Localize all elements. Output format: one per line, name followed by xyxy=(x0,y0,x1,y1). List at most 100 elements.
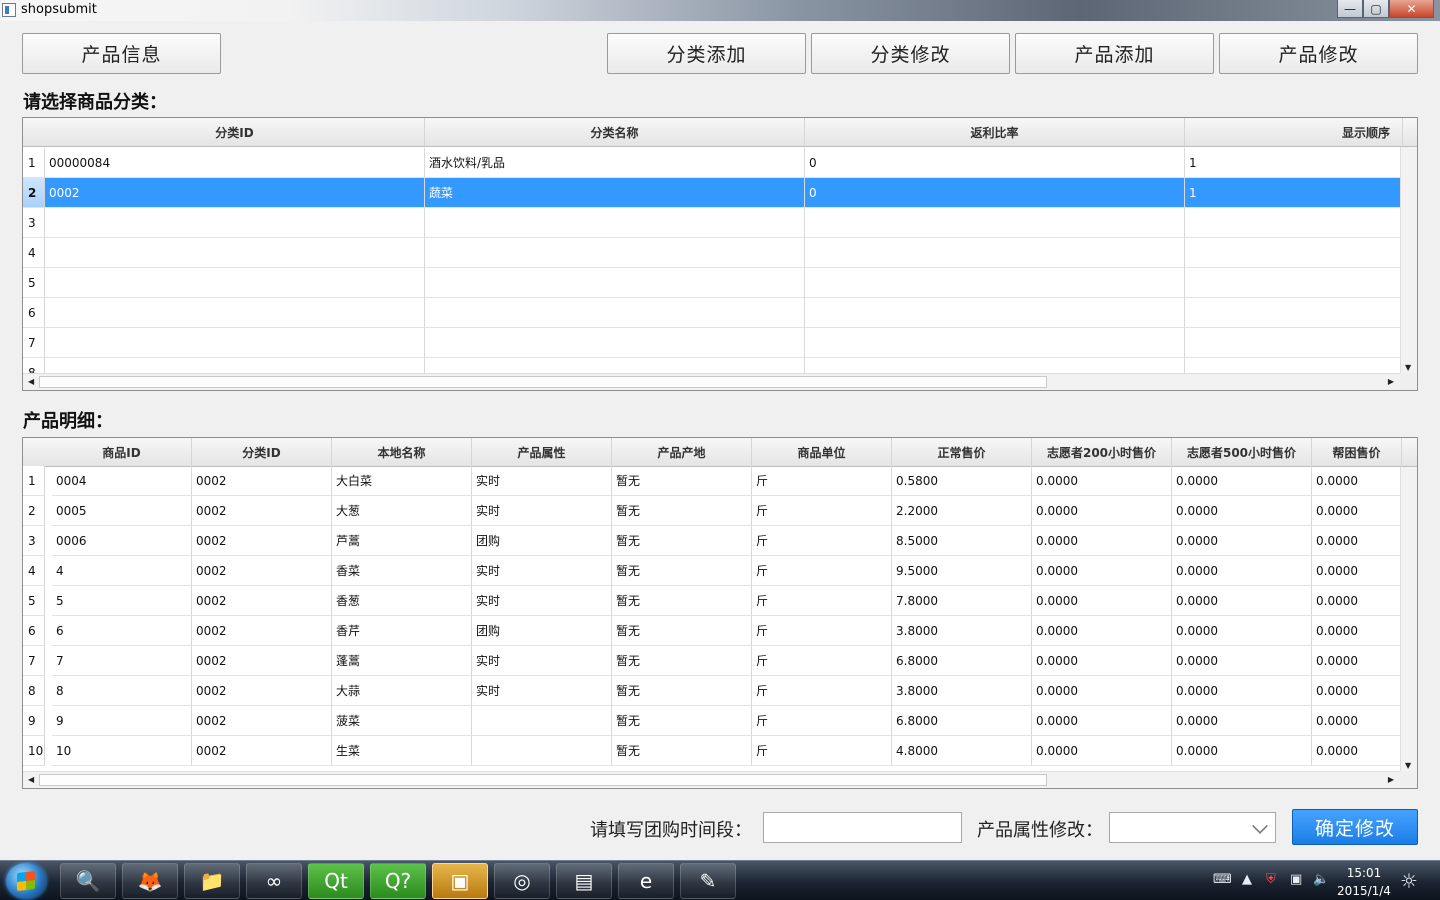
table-cell[interactable]: 斤 xyxy=(752,706,892,736)
table-cell[interactable] xyxy=(805,208,1185,238)
table-cell[interactable] xyxy=(425,208,805,238)
table-cell[interactable]: 0.0000 xyxy=(1032,616,1172,646)
table-cell[interactable]: 大蒜 xyxy=(332,676,472,706)
table-cell[interactable]: 0.0000 xyxy=(1312,676,1402,706)
table-row[interactable]: 5 xyxy=(23,268,1403,298)
row-number[interactable]: 3 xyxy=(23,526,45,556)
table-cell[interactable]: 0.0000 xyxy=(1172,466,1312,496)
table-cell[interactable]: 斤 xyxy=(752,526,892,556)
table-cell[interactable]: 0.0000 xyxy=(1032,736,1172,766)
column-header[interactable]: 商品ID xyxy=(52,438,192,466)
table-cell[interactable]: 酒水饮料/乳品 xyxy=(425,148,805,178)
table-cell[interactable]: 暂无 xyxy=(612,586,752,616)
table-cell[interactable]: 0.0000 xyxy=(1312,616,1402,646)
table-cell[interactable]: 0002 xyxy=(192,616,332,646)
table-cell[interactable]: 0.0000 xyxy=(1172,496,1312,526)
scroll-down-arrow-icon[interactable]: ▼ xyxy=(1405,761,1411,770)
table-cell[interactable]: 2.2000 xyxy=(892,496,1032,526)
app-swirl-icon[interactable]: ◎ xyxy=(494,863,550,899)
show-desktop-icon[interactable]: ☼ xyxy=(1400,869,1418,893)
table-cell[interactable] xyxy=(45,238,425,268)
table-cell[interactable]: 0.0000 xyxy=(1312,736,1402,766)
firefox-icon[interactable]: 🦊 xyxy=(122,863,178,899)
column-header[interactable]: 本地名称 xyxy=(332,438,472,466)
table-cell[interactable]: 0.0000 xyxy=(1312,706,1402,736)
table-cell[interactable]: 实时 xyxy=(472,556,612,586)
notepad-icon[interactable]: ✎ xyxy=(680,863,736,899)
table-cell[interactable]: 香葱 xyxy=(332,586,472,616)
table-cell[interactable]: 斤 xyxy=(752,466,892,496)
table-cell[interactable]: 4.8000 xyxy=(892,736,1032,766)
table-cell[interactable]: 菠菜 xyxy=(332,706,472,736)
category-edit-button[interactable]: 分类修改 xyxy=(811,33,1010,74)
table-cell[interactable] xyxy=(1185,208,1403,238)
table-cell[interactable] xyxy=(425,238,805,268)
table-cell[interactable]: 0002 xyxy=(192,736,332,766)
table-cell[interactable] xyxy=(805,328,1185,358)
table-cell[interactable]: 0002 xyxy=(192,496,332,526)
table-cell[interactable]: 0.0000 xyxy=(1172,676,1312,706)
table-cell[interactable]: 0004 xyxy=(52,466,192,496)
table-cell[interactable] xyxy=(805,238,1185,268)
table-cell[interactable]: 斤 xyxy=(752,676,892,706)
table-cell[interactable]: 1 xyxy=(1185,178,1403,208)
table-cell[interactable]: 暂无 xyxy=(612,706,752,736)
column-header[interactable]: 分类ID xyxy=(45,118,425,146)
column-header[interactable]: 返利比率 xyxy=(805,118,1185,146)
start-button[interactable] xyxy=(6,863,46,899)
product-vertical-scrollbar[interactable]: ▼ xyxy=(1400,467,1417,772)
row-number[interactable]: 4 xyxy=(23,556,45,586)
table-row[interactable]: 3 xyxy=(23,208,1403,238)
table-row[interactable]: 10 10 0002 生菜 暂无斤 4.8000 0.0000 0.0000 0.0000 xyxy=(23,736,1402,766)
table-cell[interactable]: 0 xyxy=(805,148,1185,178)
table-cell[interactable]: 8.5000 xyxy=(892,526,1032,556)
column-header[interactable]: 分类ID xyxy=(192,438,332,466)
table-cell[interactable]: 3.8000 xyxy=(892,676,1032,706)
group-buy-time-input[interactable] xyxy=(763,812,962,843)
scroll-right-arrow-icon[interactable]: ▶ xyxy=(1388,377,1394,386)
row-number[interactable]: 6 xyxy=(23,298,45,328)
table-cell[interactable]: 实时 xyxy=(472,646,612,676)
table-row[interactable]: 6 xyxy=(23,298,1403,328)
scroll-left-arrow-icon[interactable]: ◀ xyxy=(28,775,34,784)
close-button[interactable]: ✕ xyxy=(1389,0,1434,18)
table-cell[interactable]: 0.0000 xyxy=(1312,586,1402,616)
table-cell[interactable]: 0.0000 xyxy=(1312,496,1402,526)
table-cell[interactable] xyxy=(1185,238,1403,268)
table-cell[interactable]: 生菜 xyxy=(332,736,472,766)
table-cell[interactable]: 4 xyxy=(52,556,192,586)
table-cell[interactable] xyxy=(1185,298,1403,328)
table-cell[interactable] xyxy=(425,268,805,298)
table-cell[interactable]: 9.5000 xyxy=(892,556,1032,586)
table-row[interactable]: 2 0002 蔬菜 0 1 xyxy=(23,178,1403,208)
ie-icon[interactable]: e xyxy=(618,863,674,899)
product-info-button[interactable]: 产品信息 xyxy=(22,33,221,74)
table-cell[interactable]: 6.8000 xyxy=(892,646,1032,676)
row-number[interactable]: 9 xyxy=(23,706,45,736)
row-number[interactable]: 2 xyxy=(23,496,45,526)
table-cell[interactable]: 0.0000 xyxy=(1032,526,1172,556)
row-number[interactable]: 5 xyxy=(23,586,45,616)
row-number[interactable]: 10 xyxy=(23,736,45,766)
table-row[interactable]: 7 xyxy=(23,328,1403,358)
product-add-button[interactable]: 产品添加 xyxy=(1015,33,1214,74)
photo-icon[interactable]: ▣ xyxy=(432,863,488,899)
table-cell[interactable] xyxy=(45,298,425,328)
table-cell[interactable] xyxy=(45,208,425,238)
table-row[interactable]: 4 4 0002 香菜 实时 暂无斤 9.5000 0.0000 0.0000 0.0000 xyxy=(23,556,1402,586)
table-row[interactable]: 4 xyxy=(23,238,1403,268)
table-cell[interactable]: 0.0000 xyxy=(1032,646,1172,676)
column-header[interactable]: 正常售价 xyxy=(892,438,1032,466)
table-cell[interactable]: 实时 xyxy=(472,496,612,526)
table-row[interactable]: 6 6 0002 香芹 团购 暂无斤 3.8000 0.0000 0.0000 0.0000 xyxy=(23,616,1402,646)
column-header[interactable]: 分类名称 xyxy=(425,118,805,146)
table-cell[interactable]: 0.0000 xyxy=(1172,646,1312,676)
category-horizontal-scrollbar[interactable]: ◀ ▶ xyxy=(23,373,1402,390)
category-table[interactable]: 分类ID 分类名称 返利比率 显示顺序 1 00000084 酒水饮料/乳品 0 1 2 0002… xyxy=(22,117,1418,391)
table-cell[interactable]: 0.0000 xyxy=(1172,526,1312,556)
table-cell[interactable]: 团购 xyxy=(472,526,612,556)
product-hscroll-thumb[interactable] xyxy=(39,774,1047,786)
table-cell[interactable]: 芦蒿 xyxy=(332,526,472,556)
product-edit-button[interactable]: 产品修改 xyxy=(1219,33,1418,74)
table-cell[interactable]: 暂无 xyxy=(612,676,752,706)
